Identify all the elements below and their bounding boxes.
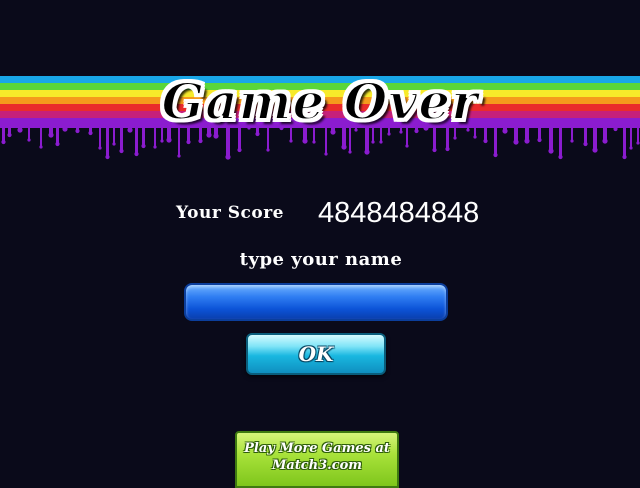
paint-drip-tip (105, 154, 110, 160)
paint-drip-tip (75, 128, 80, 134)
game-over-screen: Game Over Your Score 4848484848 type you… (0, 0, 640, 488)
paint-drip (56, 124, 59, 144)
paint-drip-tip (17, 127, 23, 133)
paint-drip-tip (119, 148, 124, 154)
paint-drip-tip (570, 139, 574, 143)
paint-drip (494, 124, 497, 155)
paint-drip (538, 124, 541, 140)
ok-button-label: OK (298, 342, 334, 366)
paint-drip (571, 124, 573, 141)
ok-button[interactable]: OK (246, 333, 386, 375)
paint-drip (593, 124, 597, 150)
paint-drip-tip (405, 144, 409, 148)
paint-drip-tip (592, 147, 598, 153)
paint-drip-tip (348, 150, 352, 154)
paint-drip-tip (493, 152, 498, 158)
paint-drip-tip (502, 128, 508, 134)
score-label: Your Score (176, 203, 284, 223)
paint-drip (514, 124, 518, 142)
play-more-games-line2: Match3.com (271, 458, 363, 473)
name-input[interactable] (184, 283, 448, 321)
paint-drip-tip (27, 138, 31, 142)
paint-drip-tip (141, 143, 146, 149)
paint-drip-tip (537, 137, 542, 143)
paint-drip-tip (558, 154, 563, 160)
paint-drip-tip (237, 147, 242, 153)
paint-drip-tip (548, 148, 554, 154)
paint-drip (630, 124, 632, 148)
paint-drip (28, 124, 30, 140)
paint-drip-tip (636, 141, 640, 145)
paint-drip (637, 124, 639, 143)
play-more-games-line1: Play More Games at (244, 441, 390, 456)
paint-drip (135, 124, 138, 154)
paint-drip-tip (186, 139, 191, 145)
paint-drip-tip (513, 139, 519, 145)
paint-drip-tip (371, 140, 375, 144)
paint-drip-tip (622, 154, 627, 160)
name-prompt: type your name (239, 249, 403, 270)
paint-drip-tip (524, 138, 530, 144)
paint-drip (40, 124, 42, 147)
paint-drip-tip (379, 140, 383, 144)
paint-drip-tip (341, 144, 347, 150)
paint-drip-tip (225, 154, 231, 160)
paint-drip-tip (48, 132, 54, 138)
paint-drip-tip (177, 154, 181, 158)
paint-drip-tip (7, 132, 12, 138)
paint-drip-tip (153, 145, 157, 149)
game-over-title-text: Game Over (161, 71, 479, 132)
paint-drip-tip (445, 146, 450, 152)
paint-drip-tip (324, 152, 328, 156)
paint-drip (2, 124, 5, 142)
score-value: 4848484848 (318, 197, 480, 229)
paint-drip-tip (62, 126, 68, 132)
paint-drip (113, 124, 115, 144)
paint-drip (154, 124, 156, 147)
paint-drip (549, 124, 553, 151)
paint-drip-tip (55, 141, 60, 147)
paint-drip (559, 124, 562, 157)
paint-drip-tip (432, 147, 437, 153)
paint-drip-tip (134, 151, 139, 157)
play-more-games-button[interactable]: Play More Games at Match3.com (235, 431, 399, 488)
paint-drip-tip (39, 145, 43, 149)
paint-drip (584, 124, 587, 144)
paint-drip-tip (88, 130, 93, 136)
paint-drip-tip (112, 142, 116, 146)
paint-drip-tip (483, 138, 488, 144)
paint-drip (142, 124, 145, 146)
paint-drip-tip (98, 146, 102, 150)
paint-drip-tip (266, 148, 270, 152)
paint-drip-tip (629, 146, 633, 150)
paint-drip-tip (127, 127, 133, 133)
paint-drip (99, 124, 101, 148)
paint-drip-tip (1, 139, 6, 145)
paint-drip-tip (583, 141, 588, 147)
paint-drip (120, 124, 123, 151)
paint-drip-tip (602, 138, 608, 144)
paint-drip-tip (312, 140, 316, 144)
paint-drip (106, 124, 109, 157)
paint-drip (623, 124, 626, 157)
paint-drip-tip (613, 126, 618, 132)
paint-drip (484, 124, 487, 141)
game-over-title: Game Over (160, 62, 480, 140)
paint-drip-tip (364, 149, 370, 155)
